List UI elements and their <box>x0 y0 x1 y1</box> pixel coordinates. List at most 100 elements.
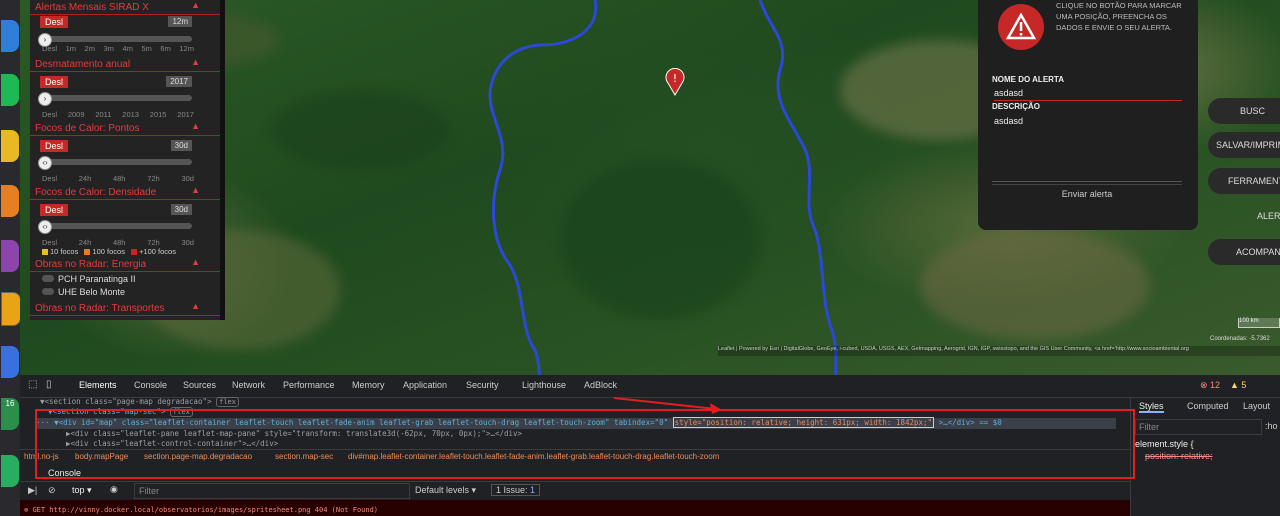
slider-knob[interactable]: ‹› <box>38 156 52 170</box>
section-title-sirad[interactable]: Alertas Mensais SIRAD X ▲ <box>30 0 220 15</box>
search-button[interactable]: BUSC <box>1208 98 1280 124</box>
slider-tick-label: 2009 <box>67 110 85 119</box>
tab-styles[interactable]: Styles <box>1139 401 1164 413</box>
error-count-badge[interactable]: ⊗ 12 <box>1200 380 1220 391</box>
slider-tick-label: 48h <box>112 238 126 247</box>
slider-track[interactable] <box>44 95 192 101</box>
slider-row-focos-densidade[interactable]: Desl 30d <box>30 204 220 218</box>
slider-tick-label: Desl <box>42 238 58 247</box>
tab-sources[interactable]: Sources <box>183 380 216 390</box>
toggle-switch[interactable] <box>42 288 54 295</box>
tab-adblock[interactable]: AdBlock <box>584 380 617 390</box>
dock-app-spotify[interactable] <box>1 74 19 106</box>
inspect-icon[interactable]: ⬚ <box>28 379 37 390</box>
hover-state-toggle[interactable]: :ho <box>1265 421 1278 431</box>
desl-button[interactable]: Desl <box>40 16 69 28</box>
clear-console-icon[interactable]: ⊘ <box>48 485 56 496</box>
slider-tick-label: 5m <box>141 44 152 53</box>
toggle-switch[interactable] <box>42 275 54 282</box>
slider-tick-label: 2011 <box>95 110 112 119</box>
tools-button[interactable]: FERRAMENTA <box>1208 168 1280 194</box>
styles-filter-input[interactable]: Filter <box>1135 419 1262 435</box>
sidebar-toggle-icon[interactable]: ▶| <box>28 485 37 496</box>
dock-app-chrome[interactable] <box>1 292 21 326</box>
save-print-button[interactable]: SALVAR/IMPRIM <box>1208 132 1280 158</box>
section-title-focos-densidade[interactable]: Focos de Calor: Densidade ▲ <box>30 185 220 200</box>
slider-tick-label: Desl <box>42 44 58 53</box>
alert-button[interactable]: ALERT <box>1257 211 1280 221</box>
dom-node-section-page-map[interactable]: ▼<section class="page-map degradacao"> f… <box>40 397 239 407</box>
follow-button[interactable]: ACOMPANH <box>1208 239 1280 265</box>
context-select[interactable]: top ▾ <box>72 485 92 496</box>
chevron-up-icon[interactable]: ▲ <box>191 301 200 311</box>
slider-tick-label: 3m <box>103 44 114 53</box>
dock-app-notes[interactable] <box>1 130 19 162</box>
console-error-line[interactable]: ⊗ GET http://vinny.docker.local/observat… <box>24 506 378 514</box>
dock-app-calendar[interactable]: 16 <box>1 398 19 430</box>
slider-tick-label: 2017 <box>177 110 194 119</box>
device-toolbar-icon[interactable]: ▯ <box>46 379 52 390</box>
dock-app-5[interactable] <box>1 240 19 272</box>
alert-marker-icon[interactable]: ! <box>665 67 685 96</box>
slider-track[interactable] <box>44 223 192 229</box>
desl-button[interactable]: Desl <box>40 76 69 88</box>
slider-track[interactable] <box>44 36 192 42</box>
dock-app-1[interactable] <box>1 20 19 52</box>
console-filter-input[interactable]: Filter <box>134 483 410 499</box>
tab-layout[interactable]: Layout <box>1243 401 1270 411</box>
alert-name-label: NOME DO ALERTA <box>992 75 1064 84</box>
tab-performance[interactable]: Performance <box>283 380 335 390</box>
alert-dialog: CLIQUE NO BOTÃO PARA MARCAR UMA POSIÇÃO,… <box>978 0 1198 230</box>
log-levels-select[interactable]: Default levels ▾ <box>415 485 476 496</box>
dock-app-7[interactable] <box>1 346 19 378</box>
alert-name-field[interactable]: asdasd <box>994 88 1182 101</box>
tab-memory[interactable]: Memory <box>352 380 385 390</box>
tab-computed[interactable]: Computed <box>1187 401 1229 411</box>
desl-button[interactable]: Desl <box>40 204 69 216</box>
slider-knob[interactable]: ‹› <box>38 220 52 234</box>
dock-app-4[interactable] <box>1 185 19 217</box>
chevron-up-icon[interactable]: ▲ <box>191 0 200 10</box>
tab-console[interactable]: Console <box>134 380 167 390</box>
eye-icon[interactable]: ◉ <box>110 484 118 495</box>
alert-description-field[interactable]: asdasd <box>994 116 1182 128</box>
section-title-focos-pontos[interactable]: Focos de Calor: Pontos ▲ <box>30 121 220 136</box>
layers-panel[interactable]: Alertas Mensais SIRAD X ▲ Desl 12m › Desl… <box>30 0 225 320</box>
warning-count-badge[interactable]: ▲ 5 <box>1230 380 1246 390</box>
tab-security[interactable]: Security <box>466 380 499 390</box>
chevron-up-icon[interactable]: ▲ <box>191 257 200 267</box>
slider-row-focos-pontos[interactable]: Desl 30d <box>30 140 220 154</box>
slider-row-desmatamento[interactable]: Desl 2017 <box>30 76 220 90</box>
description-textarea[interactable] <box>992 131 1182 182</box>
value-box: 30d <box>170 204 192 215</box>
slider-tick-label: 4m <box>122 44 133 53</box>
slider-tick-label: 6m <box>160 44 171 53</box>
value-box: 12m <box>168 16 192 27</box>
section-title-energia[interactable]: Obras no Radar: Energia ▲ <box>30 257 220 272</box>
slider-tick-label: 30d <box>181 238 194 247</box>
toggle-uhe-belo-monte[interactable]: UHE Belo Monte <box>30 285 220 298</box>
send-alert-button[interactable]: Enviar alerta <box>992 184 1182 199</box>
section-title-desmatamento[interactable]: Desmatamento anual ▲ <box>30 57 220 72</box>
chevron-up-icon[interactable]: ▲ <box>191 57 200 67</box>
warning-icon[interactable] <box>998 4 1044 50</box>
section-title-transportes[interactable]: Obras no Radar: Transportes ▲ <box>30 301 220 316</box>
tab-lighthouse[interactable]: Lighthouse <box>522 380 566 390</box>
style-property-position[interactable]: position: relative; <box>1145 451 1213 461</box>
slider-ticks: Desl 2009 2011 2013 2015 2017 <box>42 110 194 119</box>
slider-tick-label: 48h <box>112 174 126 183</box>
issues-badge[interactable]: 1 Issue: 1 <box>491 484 541 496</box>
desl-button[interactable]: Desl <box>40 140 69 152</box>
dock-app-9[interactable] <box>1 455 19 487</box>
slider-row-sirad[interactable]: Desl 12m <box>30 16 220 30</box>
alert-hint-text: CLIQUE NO BOTÃO PARA MARCAR UMA POSIÇÃO,… <box>1056 1 1182 32</box>
toggle-pch-paranatinga[interactable]: PCH Paranatinga II <box>30 272 220 285</box>
slider-knob[interactable]: › <box>38 92 52 106</box>
slider-track[interactable] <box>44 159 192 165</box>
tab-elements[interactable]: Elements <box>79 380 117 390</box>
chevron-up-icon[interactable]: ▲ <box>191 121 200 131</box>
chevron-up-icon[interactable]: ▲ <box>191 185 200 195</box>
tab-network[interactable]: Network <box>232 380 265 390</box>
tab-application[interactable]: Application <box>403 380 447 390</box>
slider-tick-label: 24h <box>78 174 92 183</box>
